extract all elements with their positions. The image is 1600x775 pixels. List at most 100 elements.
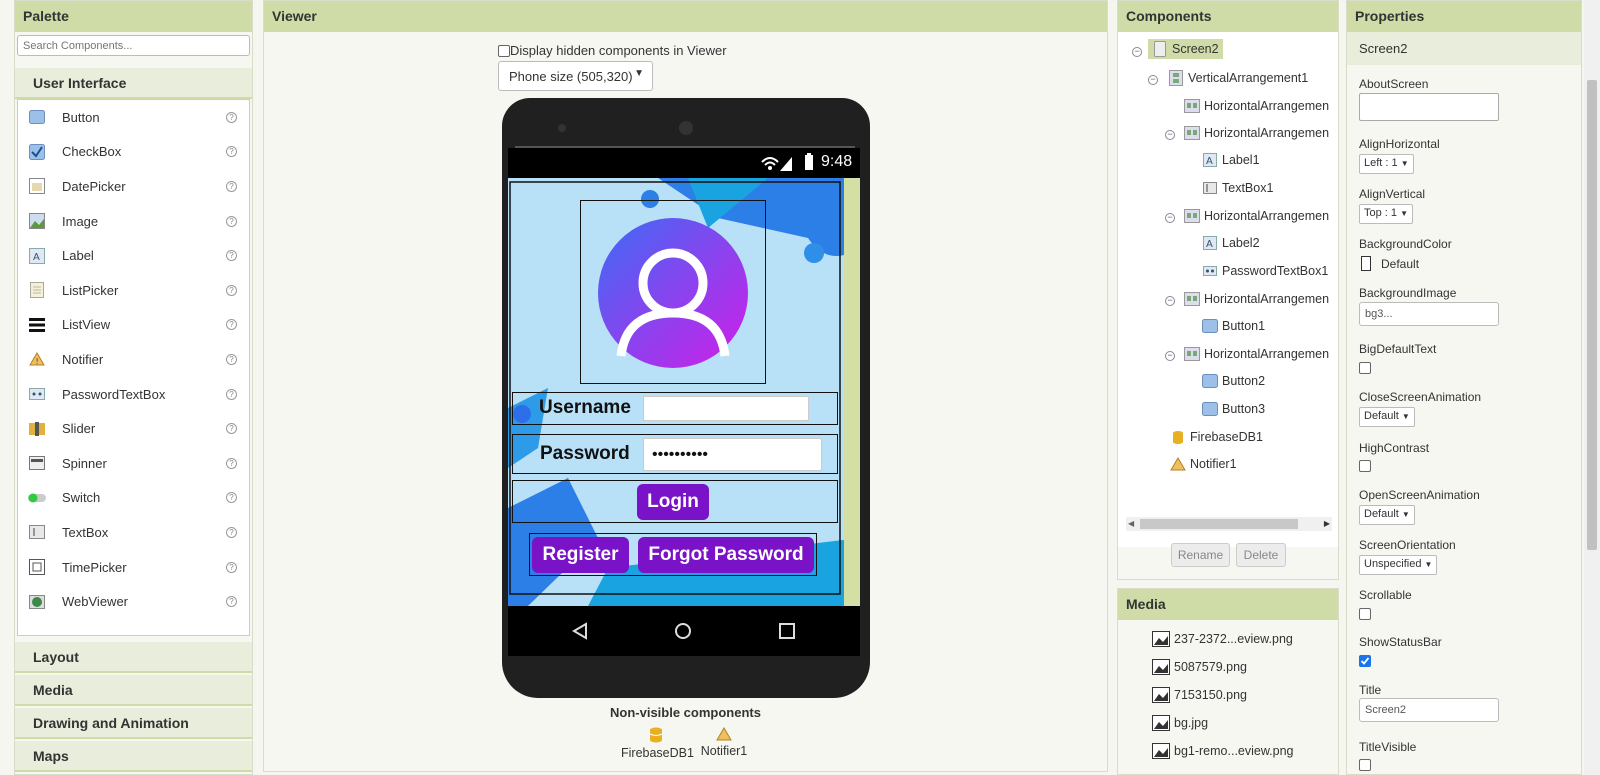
help-icon[interactable]: ? — [226, 146, 237, 158]
horizontal-scrollbar[interactable]: ◀ ▶ — [1126, 517, 1332, 531]
palette-item-slider[interactable]: Slider? — [18, 411, 249, 446]
category-maps[interactable]: Maps — [15, 741, 252, 772]
username-input[interactable] — [643, 396, 809, 421]
palette-item-passwordtextbox[interactable]: PasswordTextBox? — [18, 377, 249, 412]
media-file[interactable]: bg.jpg — [1152, 715, 1208, 731]
big-default-text-checkbox[interactable] — [1359, 362, 1371, 374]
tree-item-textbox1[interactable]: TextBox1 — [1202, 180, 1273, 196]
palette-item-textbox[interactable]: TextBox? — [18, 515, 249, 550]
palette-item-listview[interactable]: ListView? — [18, 308, 249, 343]
media-file[interactable]: bg1-remo...eview.png — [1152, 743, 1294, 759]
background-image-input[interactable]: bg3... — [1359, 302, 1499, 326]
delete-button[interactable]: Delete — [1236, 543, 1286, 567]
tree-item-firebasedb1[interactable]: FirebaseDB1 — [1170, 429, 1263, 445]
help-icon[interactable]: ? — [226, 353, 237, 365]
collapse-icon[interactable]: − — [1165, 213, 1175, 223]
recents-icon[interactable] — [778, 622, 796, 640]
help-icon[interactable]: ? — [226, 111, 237, 123]
help-icon[interactable]: ? — [226, 492, 237, 504]
media-file[interactable]: 5087579.png — [1152, 659, 1247, 675]
help-icon[interactable]: ? — [226, 319, 237, 331]
palette-item-switch[interactable]: Switch? — [18, 481, 249, 516]
collapse-icon[interactable]: − — [1132, 47, 1142, 57]
help-icon[interactable]: ? — [226, 180, 237, 192]
help-icon[interactable]: ? — [226, 596, 237, 608]
tree-item-label1[interactable]: A Label1 — [1202, 152, 1260, 168]
help-icon[interactable]: ? — [226, 526, 237, 538]
high-contrast-checkbox[interactable] — [1359, 460, 1371, 472]
scrollbar-thumb[interactable] — [1140, 519, 1298, 529]
tree-item-label2[interactable]: A Label2 — [1202, 235, 1260, 251]
password-input[interactable]: •••••••••• — [643, 438, 822, 471]
collapse-icon[interactable]: − — [1165, 351, 1175, 361]
login-button[interactable]: Login — [637, 484, 709, 520]
palette-item-button[interactable]: Button? — [18, 100, 249, 135]
collapse-icon[interactable]: − — [1165, 130, 1175, 140]
about-screen-textarea[interactable] — [1359, 93, 1499, 121]
tree-item-screen2[interactable]: Screen2 — [1148, 39, 1223, 59]
media-file[interactable]: 237-2372...eview.png — [1152, 631, 1293, 647]
close-screen-animation-select[interactable]: Default ▼ — [1359, 407, 1415, 427]
palette-item-datepicker[interactable]: DatePicker? — [18, 169, 249, 204]
listview-icon — [28, 316, 46, 334]
back-icon[interactable] — [571, 622, 589, 640]
scroll-right-icon[interactable]: ▶ — [1324, 519, 1330, 528]
nonvisible-firebase[interactable]: FirebaseDB1 — [621, 727, 694, 760]
home-icon[interactable] — [674, 622, 692, 640]
help-icon[interactable]: ? — [226, 388, 237, 400]
palette-item-listpicker[interactable]: ListPicker? — [18, 273, 249, 308]
palette-item-spinner[interactable]: Spinner? — [18, 446, 249, 481]
category-layout[interactable]: Layout — [15, 642, 252, 673]
media-file[interactable]: 7153150.png — [1152, 687, 1247, 703]
help-icon[interactable]: ? — [226, 561, 237, 573]
tree-item-horizontalarrangement[interactable]: HorizontalArrangemen — [1184, 346, 1329, 362]
background-color-picker[interactable]: Default — [1361, 256, 1419, 271]
show-status-bar-checkbox[interactable] — [1359, 655, 1371, 667]
tree-item-verticalarrangement1[interactable]: VerticalArrangement1 — [1168, 70, 1308, 86]
screen-orientation-select[interactable]: Unspecified ▼ — [1359, 555, 1438, 575]
palette-item-checkbox[interactable]: CheckBox? — [18, 135, 249, 170]
tree-item-button2[interactable]: Button2 — [1202, 373, 1265, 389]
hidden-components-checkbox[interactable] — [498, 44, 510, 57]
tree-item-horizontalarrangement[interactable]: HorizontalArrangemen — [1184, 208, 1329, 224]
title-input[interactable]: Screen2 — [1359, 698, 1499, 722]
palette-item-label[interactable]: A Label? — [18, 238, 249, 273]
search-components-input[interactable] — [17, 35, 250, 56]
title-visible-checkbox[interactable] — [1359, 759, 1371, 771]
palette-item-image[interactable]: Image? — [18, 204, 249, 239]
collapse-icon[interactable]: − — [1165, 296, 1175, 306]
tree-item-horizontalarrangement[interactable]: HorizontalArrangemen — [1184, 291, 1329, 307]
palette-item-notifier[interactable]: ! Notifier? — [18, 342, 249, 377]
forgot-password-button[interactable]: Forgot Password — [638, 537, 814, 573]
collapse-icon[interactable]: − — [1148, 75, 1158, 85]
palette-item-timepicker[interactable]: TimePicker? — [18, 550, 249, 585]
tree-item-horizontalarrangement[interactable]: HorizontalArrangemen — [1184, 125, 1329, 141]
scroll-left-icon[interactable]: ◀ — [1128, 519, 1134, 528]
phone-size-select[interactable]: Phone size (505,320) ▼ — [498, 61, 653, 91]
help-icon[interactable]: ? — [226, 284, 237, 296]
page-scrollbar-thumb[interactable] — [1587, 80, 1597, 550]
category-media[interactable]: Media — [15, 675, 252, 706]
category-user-interface[interactable]: User Interface — [15, 68, 252, 99]
category-drawing-and-animation[interactable]: Drawing and Animation — [15, 708, 252, 739]
tree-item-button1[interactable]: Button1 — [1202, 318, 1265, 334]
scrollable-checkbox[interactable] — [1359, 608, 1371, 620]
show-status-bar-label: ShowStatusBar — [1359, 635, 1442, 649]
help-icon[interactable]: ? — [226, 215, 237, 227]
help-icon[interactable]: ? — [226, 423, 237, 435]
media-panel: Media 237-2372...eview.png 5087579.png 7… — [1117, 588, 1339, 775]
tree-item-passwordtextbox1[interactable]: PasswordTextBox1 — [1202, 263, 1328, 279]
help-icon[interactable]: ? — [226, 457, 237, 469]
help-icon[interactable]: ? — [226, 250, 237, 262]
align-horizontal-select[interactable]: Left : 1 ▼ — [1359, 154, 1414, 174]
register-button[interactable]: Register — [532, 537, 629, 573]
tree-item-notifier1[interactable]: Notifier1 — [1170, 456, 1237, 472]
palette-item-webviewer[interactable]: WebViewer? — [18, 584, 249, 619]
page-scrollbar[interactable] — [1584, 0, 1600, 775]
tree-item-horizontalarrangement[interactable]: HorizontalArrangemen — [1184, 98, 1329, 114]
open-screen-animation-select[interactable]: Default ▼ — [1359, 505, 1415, 525]
nonvisible-notifier[interactable]: Notifier1 — [699, 727, 749, 758]
tree-item-button3[interactable]: Button3 — [1202, 401, 1265, 417]
rename-button[interactable]: Rename — [1171, 543, 1230, 567]
align-vertical-select[interactable]: Top : 1 ▼ — [1359, 204, 1414, 224]
